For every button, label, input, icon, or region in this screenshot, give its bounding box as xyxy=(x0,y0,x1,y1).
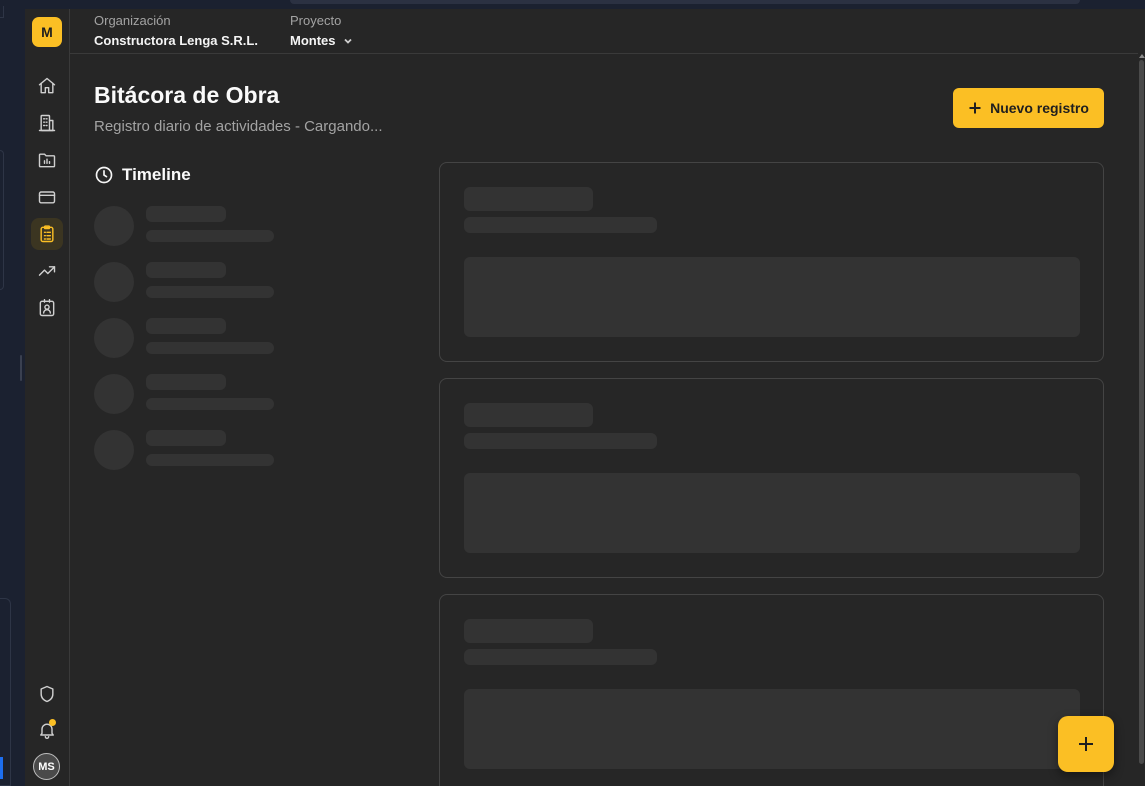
new-entry-button[interactable]: Nuevo registro xyxy=(953,88,1104,128)
scroll-up-arrow[interactable] xyxy=(1139,54,1145,58)
timeline-title: Timeline xyxy=(122,165,191,184)
skeleton-line xyxy=(146,398,274,410)
skeleton-avatar xyxy=(94,262,134,302)
sidebar-item-security[interactable] xyxy=(31,678,63,710)
skeleton-line xyxy=(464,187,593,211)
project-label: Proyecto xyxy=(290,13,342,28)
skeleton-line xyxy=(146,430,226,446)
plus-icon xyxy=(969,102,981,114)
credit-card-icon xyxy=(38,191,56,204)
project-name: Montes xyxy=(290,33,336,48)
window-address-bar[interactable] xyxy=(290,0,1080,4)
skeleton-line xyxy=(146,286,274,298)
skeleton-avatar xyxy=(94,318,134,358)
building-icon xyxy=(38,114,56,132)
chevron-down-icon xyxy=(343,38,352,44)
home-icon xyxy=(38,77,56,94)
sidebar-item-projects[interactable] xyxy=(31,144,63,176)
notification-dot xyxy=(49,719,56,726)
skeleton-block xyxy=(464,257,1080,337)
window-resize-grip[interactable] xyxy=(20,355,22,381)
skeleton-line xyxy=(146,342,274,354)
floating-add-button[interactable] xyxy=(1058,716,1114,772)
window-chrome xyxy=(25,0,1145,9)
desktop-background-strip xyxy=(0,0,25,786)
timeline-heading: Timeline xyxy=(94,165,191,185)
desktop-panel-edge xyxy=(0,150,4,290)
scrollbar-thumb[interactable] xyxy=(1139,60,1144,764)
sidebar-item-buildings[interactable] xyxy=(31,107,63,139)
skeleton-line xyxy=(464,649,657,665)
skeleton-block xyxy=(464,689,1080,769)
skeleton-card xyxy=(439,162,1104,362)
plus-icon xyxy=(1079,737,1093,751)
skeleton-avatar xyxy=(94,374,134,414)
icon-sidebar: M MS xyxy=(25,9,70,786)
clipboard-list-icon xyxy=(40,225,54,243)
skeleton-line xyxy=(464,433,657,449)
organization-label: Organización xyxy=(94,13,171,28)
organization-selector[interactable]: Organización Constructora Lenga S.R.L. xyxy=(94,13,258,50)
skeleton-avatar xyxy=(94,430,134,470)
sidebar-item-bitacora[interactable] xyxy=(31,218,63,250)
skeleton-card xyxy=(439,378,1104,578)
skeleton-line xyxy=(464,619,593,643)
page-title: Bitácora de Obra xyxy=(94,82,280,108)
scrollbar[interactable] xyxy=(1138,54,1145,786)
skeleton-avatar xyxy=(94,206,134,246)
skeleton-block xyxy=(464,473,1080,553)
skeleton-line xyxy=(464,403,593,427)
skeleton-line xyxy=(146,206,226,222)
folder-chart-icon xyxy=(38,153,56,168)
skeleton-line xyxy=(146,318,226,334)
skeleton-line xyxy=(146,230,274,242)
page-subtitle: Registro diario de actividades - Cargand… xyxy=(94,118,383,135)
skeleton-line xyxy=(464,217,657,233)
sidebar-item-notifications[interactable] xyxy=(31,714,63,746)
contact-badge-icon xyxy=(39,298,55,317)
skeleton-line xyxy=(146,374,226,390)
new-entry-button-label: Nuevo registro xyxy=(990,100,1089,116)
app-logo[interactable]: M xyxy=(32,17,62,47)
organization-name: Constructora Lenga S.R.L. xyxy=(94,33,258,48)
desktop-active-indicator xyxy=(0,757,3,779)
top-header: Organización Constructora Lenga S.R.L. P… xyxy=(70,9,1138,54)
skeleton-line xyxy=(146,454,274,466)
clock-icon xyxy=(95,166,113,184)
project-selector[interactable]: Proyecto Montes xyxy=(290,13,354,50)
desktop-edge-decoration xyxy=(0,6,4,18)
app-window: M MS Organización Constructora Lenga S.R… xyxy=(0,0,1145,786)
sidebar-item-analytics[interactable] xyxy=(31,255,63,287)
skeleton-line xyxy=(146,262,226,278)
sidebar-item-contacts[interactable] xyxy=(31,292,63,324)
sidebar-item-payments[interactable] xyxy=(31,181,63,213)
sidebar-item-home[interactable] xyxy=(31,70,63,102)
avatar[interactable]: MS xyxy=(33,753,60,780)
skeleton-card xyxy=(439,594,1104,786)
trending-up-icon xyxy=(38,266,56,276)
shield-icon xyxy=(40,685,54,703)
